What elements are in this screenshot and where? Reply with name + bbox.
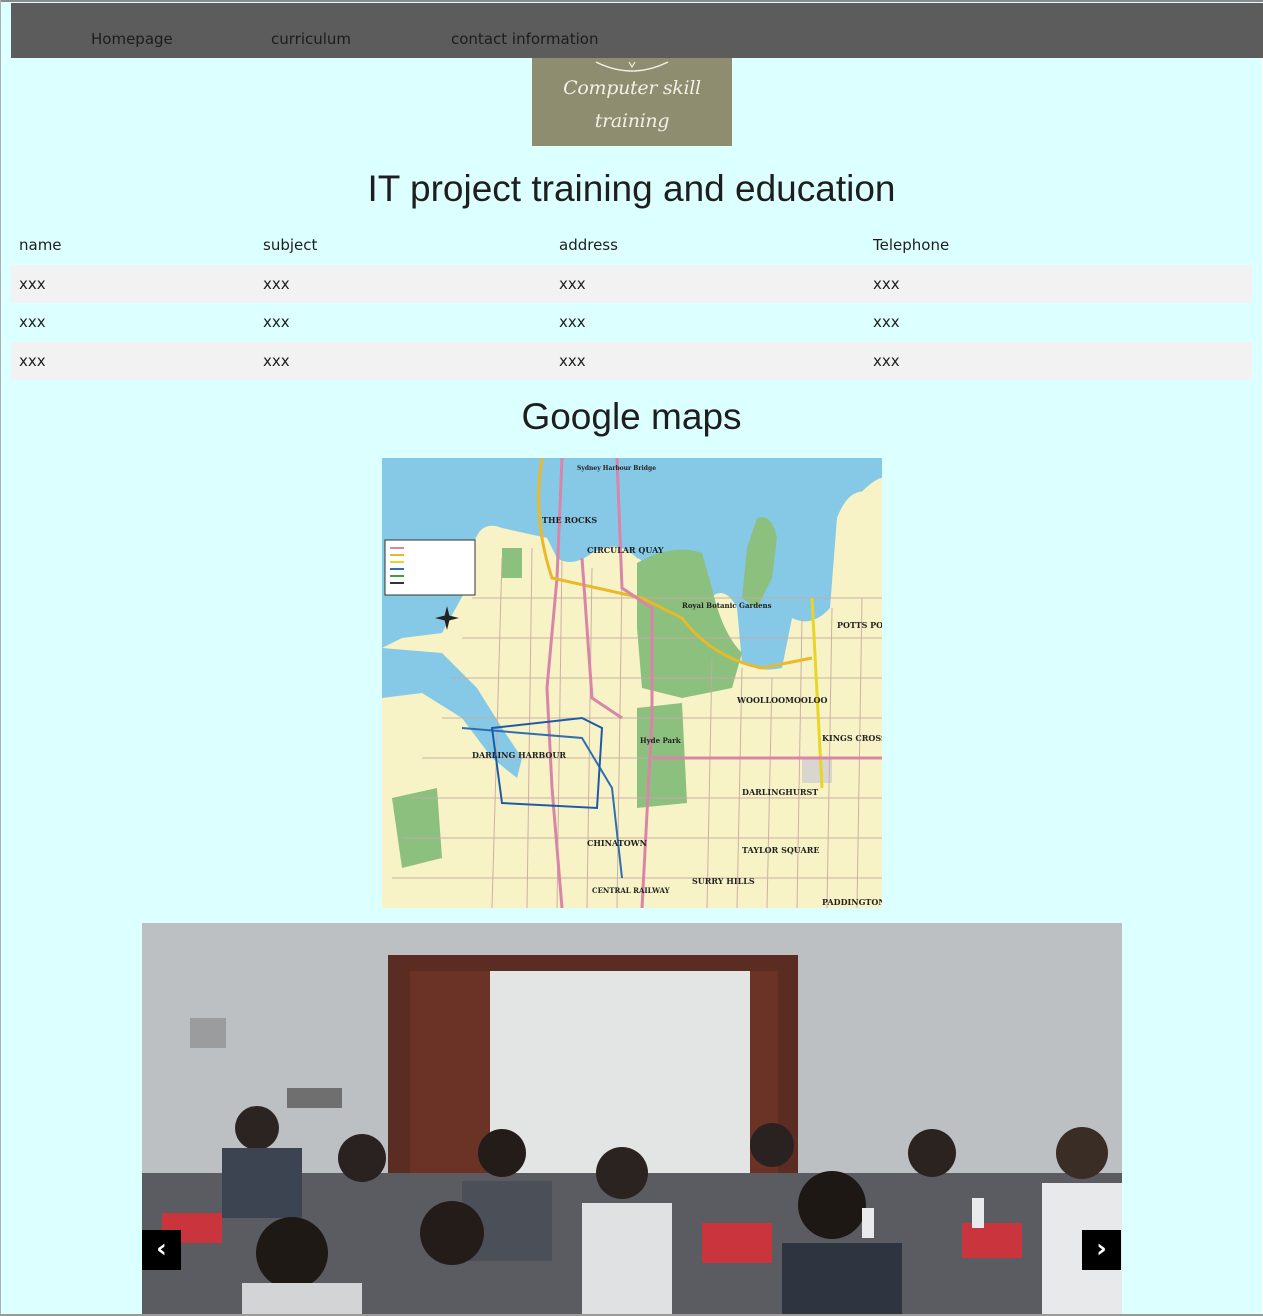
- column-header-name: name: [19, 236, 62, 254]
- carousel-next-button[interactable]: ›: [1082, 1230, 1121, 1270]
- map-label-hyde-park: Hyde Park: [640, 736, 681, 745]
- column-header-subject: subject: [263, 236, 318, 254]
- site-logo: Computer skill training: [532, 58, 732, 146]
- table-cell-telephone: xxx: [873, 274, 900, 293]
- column-header-telephone: Telephone: [873, 236, 950, 254]
- map-label-surry-hills: SURRY HILLS: [692, 876, 755, 886]
- map-label-darling-harbour: DARLING HARBOUR: [472, 750, 566, 760]
- logo-line-2: training: [594, 110, 670, 132]
- nav-link-contact-information[interactable]: contact information: [451, 30, 598, 48]
- column-header-address: address: [559, 236, 618, 254]
- table-cell-telephone: xxx: [873, 313, 900, 331]
- map-label-woolloomooloo: WOOLLOOMOOLOO: [736, 695, 827, 705]
- map-label-the-rocks: THE ROCKS: [542, 515, 597, 525]
- maps-section-title: Google maps: [521, 396, 742, 437]
- map-label-kings-cross: KINGS CROSS: [822, 733, 882, 743]
- nav-link-curriculum[interactable]: curriculum: [271, 30, 351, 48]
- table-cell-address: xxx: [559, 274, 586, 293]
- table-row: xxx xxx xxx xxx: [11, 264, 1252, 303]
- logo-emblem-icon: [595, 61, 669, 72]
- window-border-top: [0, 0, 1263, 2]
- table-cell-address: xxx: [559, 351, 586, 370]
- top-navbar: Homepage curriculum contact information: [11, 3, 1263, 58]
- map-label-harbour-bridge: Sydney Harbour Bridge: [577, 465, 656, 472]
- table-cell-subject: xxx: [263, 351, 290, 370]
- map-label-circular-quay: CIRCULAR QUAY: [587, 545, 664, 555]
- carousel-prev-button[interactable]: ‹: [142, 1230, 181, 1270]
- logo-line-1: Computer skill: [563, 77, 701, 99]
- table-cell-subject: xxx: [263, 274, 290, 293]
- map-label-paddington: PADDINGTON: [822, 897, 882, 907]
- classroom-photo: [142, 923, 1122, 1314]
- table-cell-name: xxx: [19, 351, 46, 370]
- page-title: IT project training and education: [367, 168, 896, 209]
- map-label-central-railway: CENTRAL RAILWAY: [592, 886, 671, 895]
- table-header-row: name subject address Telephone: [11, 226, 1252, 265]
- nav-link-homepage[interactable]: Homepage: [91, 30, 173, 48]
- sydney-map-image: THE ROCKS CIRCULAR QUAY Royal Botanic Ga…: [382, 458, 882, 908]
- table-cell-address: xxx: [559, 313, 586, 331]
- table-cell-name: xxx: [19, 313, 46, 331]
- table-cell-subject: xxx: [263, 313, 290, 331]
- table-row: xxx xxx xxx xxx: [11, 341, 1252, 380]
- map-label-taylor-square: TAYLOR SQUARE: [742, 845, 820, 855]
- contact-table: name subject address Telephone xxx xxx x…: [11, 226, 1252, 380]
- table-row: xxx xxx xxx xxx: [11, 303, 1252, 342]
- map-label-darlinghurst: DARLINGHURST: [742, 787, 818, 797]
- table-cell-telephone: xxx: [873, 351, 900, 370]
- classroom-photo-slide: [142, 923, 1122, 1314]
- map-drawing: THE ROCKS CIRCULAR QUAY Royal Botanic Ga…: [382, 458, 882, 908]
- table-cell-name: xxx: [19, 274, 46, 293]
- map-label-botanic-gardens: Royal Botanic Gardens: [682, 601, 772, 610]
- map-label-potts-point: POTTS POINT: [837, 620, 882, 630]
- map-label-chinatown: CHINATOWN: [587, 838, 647, 848]
